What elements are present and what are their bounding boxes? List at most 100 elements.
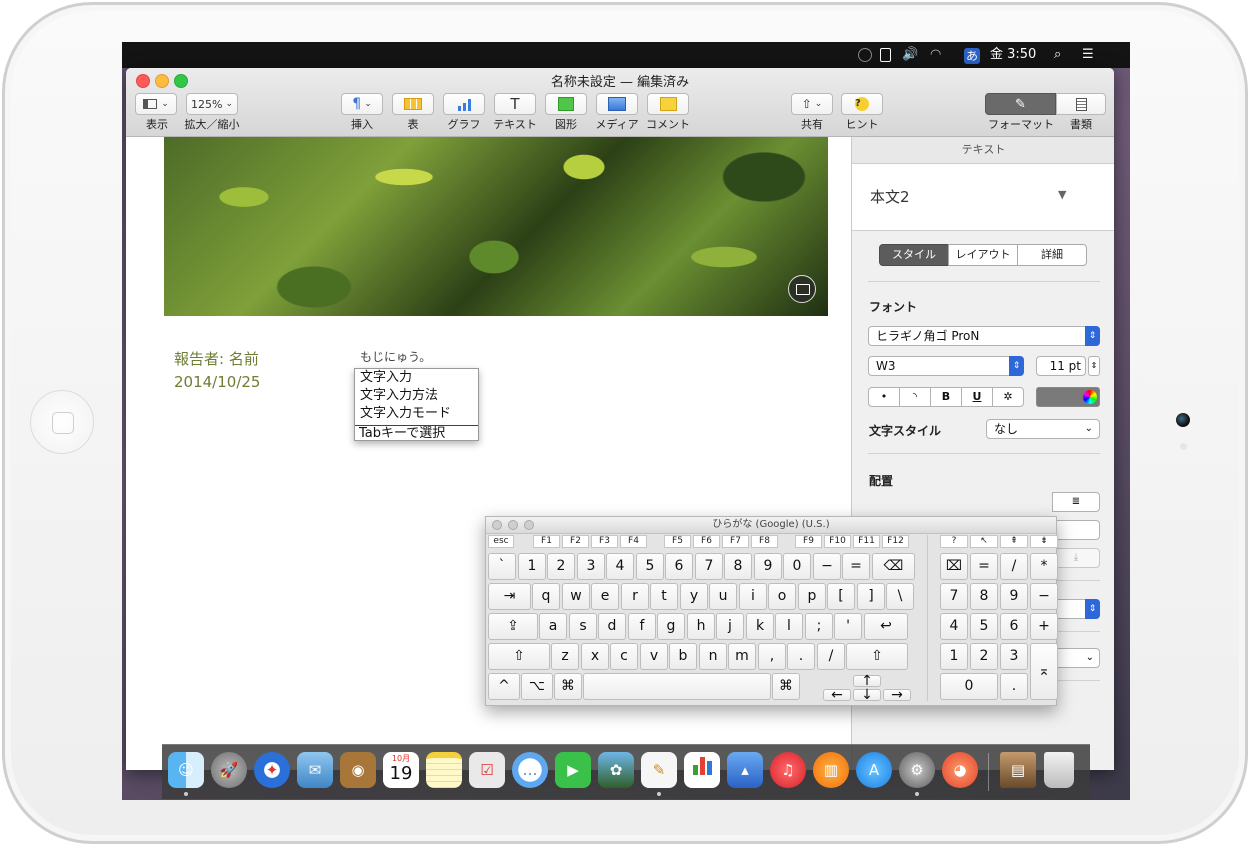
key[interactable]: / <box>817 643 845 670</box>
arrow-down-key[interactable]: ↓ <box>853 688 881 702</box>
key[interactable]: x <box>581 643 609 670</box>
key[interactable]: 6 <box>665 553 693 580</box>
caps-lock-key[interactable]: ⇪ <box>488 613 538 640</box>
key[interactable]: u <box>709 583 737 610</box>
key[interactable]: j <box>716 613 744 640</box>
arrow-up-key[interactable]: ↑ <box>853 674 881 688</box>
character-style-select[interactable]: なし ⌄ <box>986 419 1100 439</box>
keypad-key[interactable]: 9 <box>1000 583 1028 610</box>
mail-eagle-icon[interactable]: ✉ <box>297 752 333 788</box>
keypad-key[interactable]: 2 <box>970 643 998 670</box>
keypad-enter-key[interactable]: ⌅ <box>1030 643 1058 700</box>
key[interactable]: 5 <box>636 553 664 580</box>
font-weight-select[interactable]: W3 ⇕ <box>868 356 1024 376</box>
key[interactable]: s <box>569 613 597 640</box>
volume-icon[interactable]: 🔊 <box>902 46 918 64</box>
iphoto-icon[interactable]: ✿ <box>598 752 634 788</box>
candidate-item[interactable]: 文字入力 <box>355 369 478 387</box>
bold-button[interactable]: B <box>930 387 962 407</box>
key[interactable]: p <box>798 583 826 610</box>
replace-image-icon[interactable] <box>788 275 816 303</box>
key[interactable]: \ <box>886 583 914 610</box>
shape-button[interactable] <box>545 93 587 115</box>
author-block[interactable]: 報告者: 名前 2014/10/25 <box>174 348 260 394</box>
tab-style[interactable]: スタイル <box>879 244 949 266</box>
key[interactable]: 8 <box>724 553 752 580</box>
keypad-key[interactable]: ⌧ <box>940 553 968 580</box>
keypad-key[interactable]: 5 <box>970 613 998 640</box>
function-key[interactable]: F9 <box>795 535 822 548</box>
key[interactable]: n <box>699 643 727 670</box>
key[interactable]: = <box>842 553 870 580</box>
spotlight-search-icon[interactable]: ⌕ <box>1054 46 1061 64</box>
menubar-clock[interactable]: 金 3:50 <box>990 46 1036 64</box>
insert-button[interactable]: ¶ ⌄ <box>341 93 383 115</box>
spacing-select[interactable]: ⇕ <box>1052 599 1100 619</box>
font-family-select[interactable]: ヒラギノ角ゴ ProN ⇕ <box>868 326 1100 346</box>
shift-key[interactable]: ⇧ <box>488 643 550 670</box>
key[interactable]: m <box>728 643 756 670</box>
tab-key[interactable]: ⇥ <box>488 583 531 610</box>
notes-icon[interactable] <box>426 752 462 788</box>
key[interactable]: f <box>628 613 656 640</box>
candidate-item[interactable]: 文字入力方法 <box>355 387 478 405</box>
tea-leaves-photo[interactable] <box>164 137 828 316</box>
key[interactable]: a <box>539 613 567 640</box>
downloads-stack-icon[interactable]: ▤ <box>1000 752 1036 788</box>
option-key[interactable]: ⌥ <box>521 673 553 700</box>
key[interactable]: ] <box>857 583 885 610</box>
arrow-left-key[interactable]: ← <box>823 688 851 702</box>
keypad-key[interactable]: 3 <box>1000 643 1028 670</box>
shift-key[interactable]: ⇧ <box>846 643 908 670</box>
tab-layout[interactable]: レイアウト <box>948 244 1018 266</box>
function-key[interactable]: F4 <box>620 535 647 548</box>
key[interactable]: 4 <box>606 553 634 580</box>
zoom-select[interactable]: 125% ⌄ <box>186 93 238 115</box>
key[interactable]: . <box>787 643 815 670</box>
contacts-icon[interactable]: ◉ <box>340 752 376 788</box>
underline-button[interactable]: U <box>961 387 993 407</box>
safari-compass-icon[interactable]: ✦ <box>254 752 290 788</box>
media-button[interactable] <box>596 93 638 115</box>
reminders-icon[interactable]: ☑ <box>469 752 505 788</box>
status-circle-icon[interactable] <box>858 48 872 62</box>
keypad-key[interactable]: 1 <box>940 643 968 670</box>
document-status-icon[interactable] <box>880 48 891 62</box>
share-button[interactable]: ⇧ ⌄ <box>791 93 833 115</box>
key[interactable]: ' <box>834 613 862 640</box>
function-key[interactable]: F2 <box>562 535 589 548</box>
keypad-key[interactable]: 4 <box>940 613 968 640</box>
keypad-nav-key[interactable]: ? <box>940 535 968 548</box>
system-preferences-gear-icon[interactable]: ⚙ <box>899 752 935 788</box>
key[interactable]: k <box>746 613 774 640</box>
alignment-field[interactable] <box>1052 520 1100 540</box>
key[interactable]: c <box>610 643 638 670</box>
key[interactable]: e <box>591 583 619 610</box>
facetime-icon[interactable]: ▶ <box>555 752 591 788</box>
keypad-key[interactable]: + <box>1030 613 1058 640</box>
close-keyboard-viewer-button[interactable] <box>492 520 502 530</box>
keypad-zero-key[interactable]: 0 <box>940 673 998 700</box>
return-key[interactable]: ↩ <box>864 613 908 640</box>
finder-icon[interactable]: ☺ <box>168 752 204 788</box>
zoom-keyboard-viewer-button[interactable] <box>524 520 534 530</box>
numbers-icon[interactable] <box>684 752 720 788</box>
key[interactable]: 2 <box>547 553 575 580</box>
tab-more[interactable]: 詳細 <box>1017 244 1087 266</box>
font-size-stepper[interactable]: ⇕ <box>1088 356 1100 376</box>
font-size-field[interactable]: 11 pt <box>1036 356 1086 376</box>
view-button[interactable]: ⌄ <box>135 93 177 115</box>
key[interactable]: 1 <box>518 553 546 580</box>
keypad-nav-key[interactable]: ↖ <box>970 535 998 548</box>
function-key[interactable]: F7 <box>722 535 749 548</box>
esc-key[interactable]: esc <box>488 535 514 548</box>
delete-key[interactable]: ⌫ <box>872 553 915 580</box>
function-key[interactable]: F5 <box>664 535 691 548</box>
keypad-key[interactable]: 8 <box>970 583 998 610</box>
key[interactable]: r <box>621 583 649 610</box>
function-key[interactable]: F1 <box>533 535 560 548</box>
key[interactable]: , <box>758 643 786 670</box>
function-key[interactable]: F8 <box>751 535 778 548</box>
tips-button[interactable]: ? <box>841 93 883 115</box>
pages-icon[interactable]: ✎ <box>641 752 677 788</box>
